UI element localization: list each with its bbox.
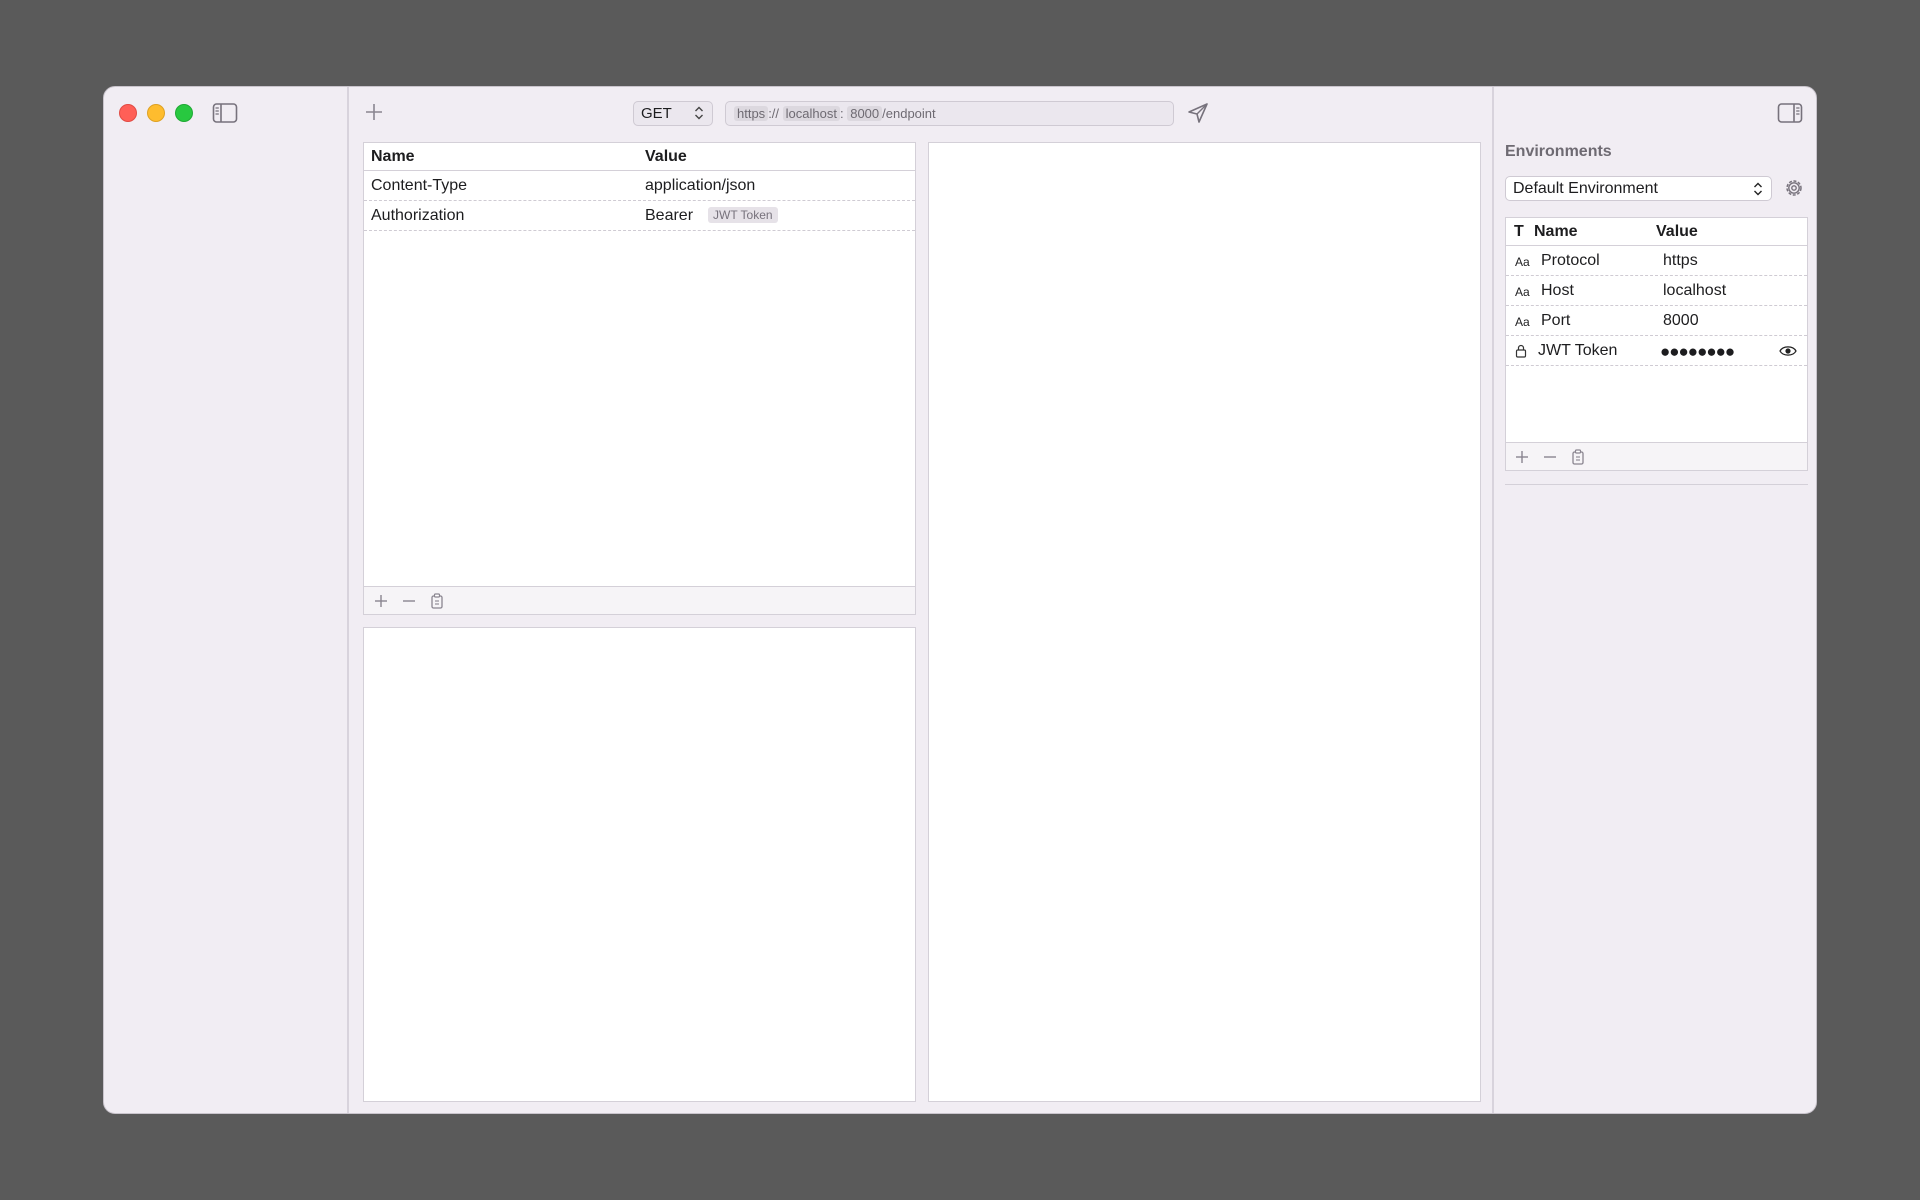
table-row[interactable]: Aa Protocol https (1506, 246, 1807, 276)
remove-icon[interactable] (1540, 447, 1560, 467)
variable-name[interactable]: Protocol (1541, 252, 1600, 270)
url-separator: :// (768, 106, 780, 121)
variable-token[interactable]: JWT Token (708, 207, 778, 223)
remove-icon[interactable] (399, 591, 419, 611)
table-row[interactable]: JWT Token ●●●●●●●● (1506, 336, 1807, 366)
url-protocol-token: https (734, 106, 769, 121)
env-table-footer (1506, 442, 1807, 470)
variable-name[interactable]: Host (1541, 282, 1574, 300)
minimize-window-button[interactable] (147, 104, 165, 122)
environment-variables-table: T Name Value Aa Protocol https Aa Host l… (1505, 217, 1808, 471)
inspector-toggle-icon[interactable] (1777, 102, 1803, 124)
column-header-type: T (1514, 223, 1524, 240)
environments-title: Environments (1505, 143, 1612, 160)
header-name[interactable]: Content-Type (371, 177, 467, 195)
clipboard-icon[interactable] (427, 591, 447, 611)
text-type-icon: Aa (1515, 285, 1530, 299)
divider (1505, 484, 1808, 485)
send-icon[interactable] (1186, 101, 1210, 125)
variable-value[interactable]: https (1663, 252, 1698, 270)
url-path: /endpoint (882, 106, 936, 121)
headers-table-header: Name Value (364, 143, 915, 171)
column-header-name: Name (1534, 223, 1578, 240)
table-row[interactable]: Aa Host localhost (1506, 276, 1807, 306)
zoom-window-button[interactable] (175, 104, 193, 122)
clipboard-icon[interactable] (1568, 447, 1588, 467)
secret-value[interactable]: ●●●●●●●● (1660, 342, 1735, 362)
table-row[interactable]: Content-Type application/json (364, 171, 915, 201)
add-icon[interactable] (371, 591, 391, 611)
app-window: GET https:// localhost: 8000/endpoint Na… (103, 86, 1817, 1114)
chevron-up-down-icon (1754, 182, 1762, 196)
eye-icon[interactable] (1779, 344, 1797, 358)
url-port-token: 8000 (847, 106, 883, 121)
method-label: GET (641, 105, 672, 122)
header-value[interactable]: Bearer (645, 207, 693, 225)
headers-table-footer (364, 586, 915, 614)
add-icon[interactable] (1512, 447, 1532, 467)
gear-icon[interactable] (1782, 176, 1806, 200)
variable-name[interactable]: JWT Token (1538, 342, 1617, 360)
close-window-button[interactable] (119, 104, 137, 122)
request-editor: GET https:// localhost: 8000/endpoint Na… (351, 87, 1494, 1113)
request-body-editor[interactable] (363, 627, 916, 1102)
env-table-header: T Name Value (1506, 218, 1807, 246)
url-port-separator: : (839, 106, 844, 121)
url-field[interactable]: https:// localhost: 8000/endpoint (725, 101, 1174, 126)
variable-value[interactable]: localhost (1663, 282, 1726, 300)
column-header-name: Name (371, 148, 415, 165)
add-request-icon[interactable] (363, 101, 385, 123)
variable-value[interactable]: 8000 (1663, 312, 1699, 330)
text-type-icon: Aa (1515, 315, 1530, 329)
column-header-value: Value (1656, 223, 1698, 240)
column-header-value: Value (645, 148, 687, 165)
headers-table: Name Value Content-Type application/json… (363, 142, 916, 615)
environments-inspector: Environments Default Environment T Name … (1492, 87, 1816, 1113)
header-name[interactable]: Authorization (371, 207, 464, 225)
table-row[interactable]: Authorization Bearer JWT Token (364, 201, 915, 231)
sidebar-toggle-icon[interactable] (212, 102, 238, 124)
header-value[interactable]: application/json (645, 177, 755, 195)
url-host-token: localhost (782, 106, 840, 121)
lock-icon (1515, 344, 1527, 358)
chevron-up-down-icon (695, 106, 703, 120)
left-sidebar (104, 87, 349, 1113)
environment-select[interactable]: Default Environment (1505, 176, 1772, 201)
response-viewer[interactable] (928, 142, 1481, 1102)
table-row[interactable]: Aa Port 8000 (1506, 306, 1807, 336)
method-select[interactable]: GET (633, 101, 713, 126)
variable-name[interactable]: Port (1541, 312, 1570, 330)
text-type-icon: Aa (1515, 255, 1530, 269)
environment-select-value: Default Environment (1513, 180, 1658, 197)
